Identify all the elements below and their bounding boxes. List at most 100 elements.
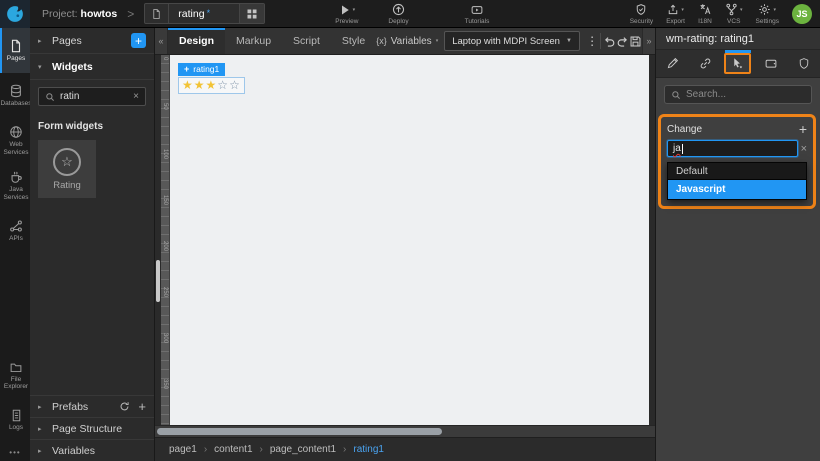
main-area: Pages Databases Web Services Java Servic… xyxy=(0,28,820,461)
tab-properties[interactable] xyxy=(689,50,722,77)
pages-icon xyxy=(11,39,21,53)
rail-item-pages[interactable]: Pages xyxy=(0,28,30,73)
widget-search-input[interactable]: ratin × xyxy=(38,87,146,106)
collapsed-arrow-icon: ▸ xyxy=(38,37,42,45)
tab-events[interactable] xyxy=(722,50,755,77)
rating-widget-selected[interactable]: + rating1 ★★★☆☆ xyxy=(178,59,245,94)
settings-button[interactable]: ▾ Settings xyxy=(756,3,779,25)
move-icon: + xyxy=(184,64,190,74)
export-button[interactable]: ▾ Export xyxy=(666,3,685,25)
widgets-section-header[interactable]: ▾ Widgets xyxy=(30,54,154,80)
rail-item-web-services[interactable]: Web Services xyxy=(0,118,30,163)
inspector-tabs xyxy=(656,50,820,78)
preview-button[interactable]: ▾ Preview xyxy=(335,3,358,25)
breadcrumb-page1[interactable]: page1 xyxy=(169,444,197,455)
vertical-ruler: 0 50 100 150 200 250 300 350 xyxy=(161,55,170,425)
page-selector[interactable]: rating * xyxy=(144,3,266,24)
star-filled-icon: ★ xyxy=(182,78,194,92)
prefabs-section-header[interactable]: ▸ Prefabs + xyxy=(30,395,154,417)
search-icon xyxy=(672,90,680,99)
tab-style[interactable]: Style xyxy=(331,28,376,54)
redo-icon xyxy=(617,36,627,47)
variables-dropdown[interactable]: {x} Variables ▾ xyxy=(376,28,438,54)
rail-spacer xyxy=(0,253,30,353)
splitter-drag-handle[interactable] xyxy=(156,260,160,302)
device-selector[interactable]: Laptop with MDPI Screen ▼ xyxy=(444,31,580,51)
globe-icon xyxy=(10,126,22,138)
shield-icon xyxy=(637,4,646,15)
database-icon xyxy=(11,84,21,97)
collapse-right-panel-button[interactable]: » xyxy=(642,28,655,54)
user-avatar[interactable]: JS xyxy=(792,3,812,24)
wavemaker-logo[interactable] xyxy=(0,0,30,28)
rating-widget-tile[interactable]: ☆ Rating xyxy=(38,140,96,198)
clear-search-icon[interactable]: × xyxy=(133,91,139,102)
breadcrumb-rating1[interactable]: rating1 xyxy=(353,444,384,455)
tab-styles[interactable] xyxy=(656,50,689,77)
breadcrumb-separator: › xyxy=(203,444,208,455)
translate-icon xyxy=(700,4,711,15)
change-event-row: Change + xyxy=(667,122,807,136)
undo-button[interactable] xyxy=(603,28,616,54)
widget-inspector: wm-rating: rating1 Search... Change + ja… xyxy=(655,28,820,461)
breadcrumb-page-content1[interactable]: page_content1 xyxy=(270,444,336,455)
option-default[interactable]: Default xyxy=(668,163,806,180)
collapsed-arrow-icon: ▸ xyxy=(38,425,42,433)
vcs-button[interactable]: ▾ VCS xyxy=(725,3,743,25)
gear-icon xyxy=(759,4,771,15)
rail-item-logs[interactable]: Logs xyxy=(0,398,30,443)
rail-item-file-explorer[interactable]: File Explorer xyxy=(0,353,30,398)
security-button[interactable]: Security xyxy=(630,3,653,25)
remove-event-icon[interactable]: × xyxy=(801,143,807,155)
element-breadcrumb: page1 › content1 › page_content1 › ratin… xyxy=(155,437,655,461)
tab-design[interactable]: Design xyxy=(168,28,226,54)
canvas-more-menu[interactable]: ⋮ xyxy=(586,28,598,54)
rail-item-java-services[interactable]: Java Services xyxy=(0,163,30,208)
rail-item-databases[interactable]: Databases xyxy=(0,73,32,118)
option-javascript[interactable]: Javascript xyxy=(668,180,806,199)
api-nodes-icon xyxy=(10,220,22,232)
inspector-title: wm-rating: rating1 xyxy=(656,28,820,50)
rail-more-button[interactable]: ••• xyxy=(0,443,30,461)
redo-button[interactable] xyxy=(616,28,629,54)
change-event-input[interactable]: ja xyxy=(667,140,798,157)
design-canvas[interactable]: + rating1 ★★★☆☆ xyxy=(170,55,649,425)
star-circle-icon: ☆ xyxy=(53,147,81,176)
scrollbar-thumb[interactable] xyxy=(157,428,442,435)
export-icon xyxy=(669,4,678,15)
change-event-label: Change xyxy=(667,123,703,135)
expanded-arrow-icon: ▾ xyxy=(38,63,42,71)
logs-icon xyxy=(12,409,20,422)
page-structure-section-header[interactable]: ▸ Page Structure xyxy=(30,417,154,439)
folder-icon xyxy=(10,363,22,372)
collapse-left-panel-button[interactable]: « xyxy=(155,28,168,54)
deploy-button[interactable]: Deploy xyxy=(388,3,409,25)
pages-grid-icon[interactable] xyxy=(239,4,265,23)
save-button[interactable] xyxy=(629,28,642,54)
rating-stars[interactable]: ★★★☆☆ xyxy=(178,77,245,94)
widget-selection-label[interactable]: + rating1 xyxy=(178,62,226,76)
variables-section-header[interactable]: ▸ Variables xyxy=(30,439,154,461)
widget-group-label: Form widgets xyxy=(38,121,104,132)
rail-item-apis[interactable]: APIs xyxy=(0,208,30,253)
add-page-button[interactable]: + xyxy=(131,33,146,48)
horizontal-scrollbar[interactable] xyxy=(155,425,655,437)
tutorials-button[interactable]: Tutorials xyxy=(465,3,489,25)
tab-device[interactable] xyxy=(754,50,787,77)
property-search-input[interactable]: Search... xyxy=(664,85,812,104)
add-event-button[interactable]: + xyxy=(799,122,807,136)
star-filled-icon: ★ xyxy=(193,78,206,92)
tab-script[interactable]: Script xyxy=(282,28,331,54)
tab-markup[interactable]: Markup xyxy=(225,28,282,54)
tab-security[interactable] xyxy=(787,50,820,77)
canvas-column: « Design Markup Script Style {x} Variabl… xyxy=(155,28,655,461)
breadcrumb-separator: › xyxy=(343,444,347,455)
chevron-down-icon: ▾ xyxy=(739,6,743,13)
pages-section-header[interactable]: ▸ Pages + xyxy=(30,28,154,54)
deploy-icon xyxy=(392,3,405,16)
add-prefab-button[interactable]: + xyxy=(138,399,146,414)
breadcrumb-content1[interactable]: content1 xyxy=(214,444,252,455)
play-icon xyxy=(341,5,349,14)
i18n-button[interactable]: I18N xyxy=(698,3,712,25)
